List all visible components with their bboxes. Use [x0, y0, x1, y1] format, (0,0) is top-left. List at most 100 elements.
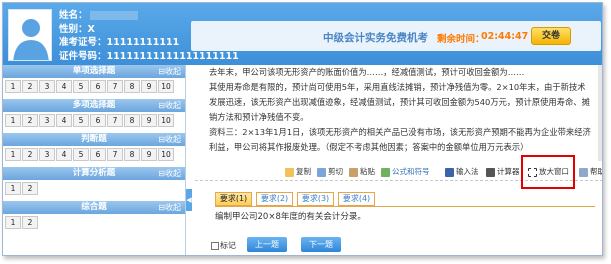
- question-number[interactable]: 7: [107, 114, 123, 127]
- passage-line: 其使用寿命是有限的，预计尚可使用5年，采用直线法摊销，预计净残值为零。2×10年…: [209, 82, 586, 92]
- collapse-button[interactable]: ⊟收起: [158, 99, 181, 112]
- section-header-single-choice[interactable]: 单项选择题 ⊟收起: [3, 65, 185, 78]
- help-button[interactable]: 帮助: [579, 166, 602, 177]
- header: 姓名： 性别：X 准考证号：11111111111 证件号码：111111111…: [3, 3, 602, 65]
- question-number[interactable]: 5: [73, 114, 89, 127]
- passage-scrollbar[interactable]: [598, 65, 602, 161]
- section-title: 计算分析题: [72, 168, 116, 178]
- calculator-icon: [486, 167, 495, 177]
- avatar: [8, 9, 52, 61]
- question-number[interactable]: 3: [39, 80, 55, 93]
- section-title: 单项选择题: [72, 66, 116, 76]
- copy-button[interactable]: 复制: [285, 166, 311, 177]
- section-title: 综合题: [81, 202, 107, 212]
- question-number[interactable]: 6: [90, 114, 106, 127]
- passage-line: 资料三：2×13年1月1日，该项无形资产的相关产品已没有市场，该无形资产预期不能…: [209, 127, 591, 137]
- section-title: 判断题: [81, 134, 107, 144]
- question-number[interactable]: 9: [141, 148, 157, 161]
- time-remaining: 02:44:47: [481, 31, 529, 42]
- keyboard-icon: [445, 167, 454, 177]
- question-navigator: 单项选择题 ⊟收起 1 2 3 4 5 6 7 8 9 10 多项选择题 ⊟收起 1234567891…: [3, 65, 186, 255]
- requirement-text: 编制甲公司20×8年度的有关会计分录。: [215, 212, 366, 222]
- question-passage: 去年末，甲公司该项无形资产的账面价值为……，经减值测试，预计可收回金额为…… 其…: [209, 65, 593, 157]
- question-number[interactable]: 8: [124, 148, 140, 161]
- cut-button[interactable]: 剪切: [317, 166, 343, 177]
- id-number: 证件号码：11111111111111111111: [59, 50, 239, 62]
- passage-line: 销方法和预计净残值不变。: [209, 112, 309, 122]
- question-number[interactable]: 3: [39, 114, 55, 127]
- collapse-button[interactable]: ⊟收起: [158, 167, 181, 180]
- name-mask: [89, 11, 138, 20]
- enlarge-window-highlight: [521, 155, 575, 189]
- tab-requirement-2[interactable]: 要求(2): [256, 192, 293, 206]
- question-content: 去年末，甲公司该项无形资产的账面价值为……，经减值测试，预计可收回金额为…… 其…: [195, 65, 602, 255]
- name-label: 姓名：: [59, 10, 88, 21]
- question-number[interactable]: 2: [22, 80, 38, 93]
- question-number[interactable]: 5: [73, 80, 89, 93]
- tab-requirement-4[interactable]: 要求(4): [338, 192, 375, 206]
- panel-toggle-button[interactable]: ◀: [186, 189, 192, 211]
- question-number-row: 1 2 3 4 5 6 7 8 9 10: [3, 78, 185, 96]
- scissors-icon: [317, 167, 326, 177]
- question-number[interactable]: 2: [22, 182, 38, 195]
- question-number[interactable]: 6: [90, 148, 106, 161]
- question-number[interactable]: 7: [107, 80, 123, 93]
- user-silhouette-icon: [9, 10, 51, 60]
- collapse-button[interactable]: ⊟收起: [158, 133, 181, 146]
- tab-divider: [215, 206, 595, 207]
- tab-requirement-3[interactable]: 要求(3): [297, 192, 334, 206]
- question-number[interactable]: 1: [5, 216, 21, 229]
- question-number[interactable]: 4: [56, 148, 72, 161]
- section-header-multi-choice[interactable]: 多项选择题 ⊟收起: [3, 99, 185, 112]
- collapse-button[interactable]: ⊟收起: [158, 201, 181, 214]
- previous-question-button[interactable]: 上一题: [247, 237, 287, 252]
- formula-button[interactable]: 公式和符号: [381, 166, 430, 177]
- question-number[interactable]: 2: [22, 216, 38, 229]
- question-number[interactable]: 5: [73, 148, 89, 161]
- checkbox-icon: [211, 241, 219, 250]
- section-header-true-false[interactable]: 判断题 ⊟收起: [3, 133, 185, 146]
- question-number-row: 1 2 3 4 5 6 7 8 9 10: [3, 112, 185, 130]
- question-number[interactable]: 7: [107, 148, 123, 161]
- passage-line: 发展迅速，该无形资产出现减值迹象，经减值测试，预计其可收回金额为540万元，预计…: [209, 97, 590, 107]
- collapse-button[interactable]: ⊟收起: [158, 65, 181, 78]
- question-number-row: 1 2 3 4 5 6 7 8 9 10: [3, 146, 185, 164]
- question-number[interactable]: 3: [39, 148, 55, 161]
- passage-line: 利益，甲公司将其作报废处理。（假定不考虑其他因素；答案中的金额单位用万元表示）: [209, 142, 529, 152]
- help-icon: [579, 167, 588, 177]
- question-number-row: 12: [3, 180, 185, 198]
- question-number[interactable]: 1: [5, 80, 21, 93]
- question-number[interactable]: 2: [22, 114, 38, 127]
- question-number[interactable]: 1: [5, 114, 21, 127]
- tab-requirement-1[interactable]: 要求(1): [215, 192, 252, 206]
- question-number[interactable]: 1: [5, 148, 21, 161]
- question-number[interactable]: 1: [5, 182, 21, 195]
- question-number[interactable]: 4: [56, 114, 72, 127]
- question-number[interactable]: 6: [90, 80, 106, 93]
- formula-icon: [381, 167, 390, 177]
- section-header-calculation[interactable]: 计算分析题 ⊟收起: [3, 167, 185, 180]
- passage-line: 去年末，甲公司该项无形资产的账面价值为……，经减值测试，预计可收回金额为……: [209, 67, 525, 77]
- section-header-comprehensive[interactable]: 综合题 ⊟收起: [3, 201, 185, 214]
- question-number[interactable]: 9: [141, 114, 157, 127]
- question-number[interactable]: 2: [22, 148, 38, 161]
- paste-button[interactable]: 粘贴: [349, 166, 375, 177]
- exam-title: 中级会计实务免费机考: [323, 32, 428, 44]
- question-number-row: 12: [3, 214, 185, 232]
- section-title: 多项选择题: [72, 100, 116, 110]
- question-number[interactable]: 10: [158, 114, 174, 127]
- exam-window: 姓名： 性别：X 准考证号：11111111111 证件号码：111111111…: [2, 2, 603, 256]
- question-number[interactable]: 8: [124, 80, 140, 93]
- input-method-button[interactable]: 输入法: [445, 166, 479, 177]
- question-number[interactable]: 8: [124, 114, 140, 127]
- calculator-button[interactable]: 计算器: [486, 166, 520, 177]
- submit-exam-button[interactable]: 交卷: [531, 27, 571, 45]
- question-number[interactable]: 10: [158, 148, 174, 161]
- paste-icon: [349, 167, 358, 177]
- question-number[interactable]: 4: [56, 80, 72, 93]
- question-number[interactable]: 9: [141, 80, 157, 93]
- title-bar: 中级会计实务免费机考 剩余时间： 02:44:47 交卷: [191, 21, 601, 51]
- question-number[interactable]: 10: [158, 80, 174, 93]
- mark-checkbox[interactable]: 标记: [211, 240, 236, 251]
- next-question-button[interactable]: 下一题: [301, 237, 341, 252]
